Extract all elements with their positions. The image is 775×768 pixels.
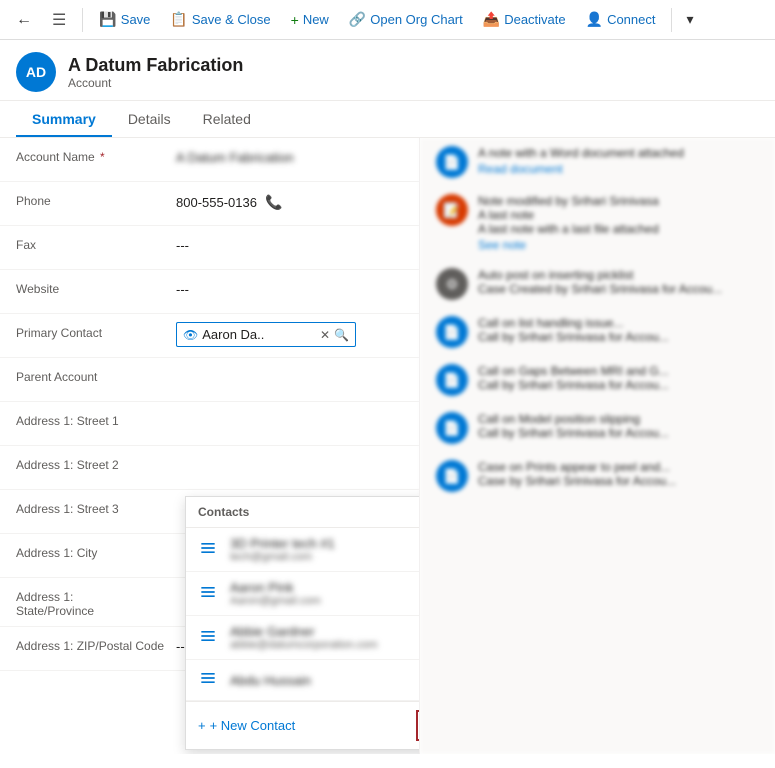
activity-item-6: 📄 Case on Prints appear to peel and...Ca… [436,460,759,492]
label-address-state: Address 1: State/Province [16,586,176,618]
phone-icon: 📞 [265,194,282,211]
contact-avatar-1 [198,582,222,606]
dropdown-footer: + + New Contact Advanced lookup [186,701,420,749]
field-fax: Fax --- [0,226,419,270]
contact-avatar-2 [198,626,222,650]
contact-item-3[interactable]: Abdu Hussain ⌄ [186,660,420,701]
tab-details[interactable]: Details [112,101,187,137]
lookup-clear-button[interactable]: ✕ [320,328,330,342]
value-fax[interactable]: --- [176,234,403,253]
field-address-street-1: Address 1: Street 1 [0,402,419,446]
toolbar-divider-2 [671,8,672,32]
record-header: AD A Datum Fabrication Account [0,40,775,101]
label-primary-contact: Primary Contact [16,322,176,340]
activity-item-1: 📝 Note modified by Srihari SrinivasaA la… [436,194,759,252]
lookup-search-button[interactable]: 🔍 [334,328,349,342]
value-address-street-1[interactable] [176,410,403,414]
save-icon: 💾 [99,11,116,28]
activity-panel: 📄 A note with a Word document attached R… [420,138,775,754]
field-parent-account: Parent Account [0,358,419,402]
label-address-zip: Address 1: ZIP/Postal Code [16,635,176,653]
new-button[interactable]: + New [283,8,337,32]
value-website[interactable]: --- [176,278,403,297]
lookup-field-text: Aaron Da.. [202,327,316,342]
activity-icon-2: ⚙ [436,268,468,300]
activity-icon-3: 📄 [436,316,468,348]
field-address-street-2: Address 1: Street 2 [0,446,419,490]
new-icon: + [291,12,299,28]
open-org-chart-button[interactable]: 🔗 Open Org Chart [341,7,471,32]
contact-item-2[interactable]: Abbie Gardner abbie@datumcorporation.com… [186,616,420,660]
toolbar: ← ☰ 💾 Save 📋 Save & Close + New 🔗 Open O… [0,0,775,40]
activity-icon-0: 📄 [436,146,468,178]
field-primary-contact: Primary Contact 👁 Aaron Da.. ✕ 🔍 [0,314,419,358]
label-address-street-1: Address 1: Street 1 [16,410,176,428]
back-button[interactable]: ← [8,7,40,33]
contact-avatar-3 [198,668,222,692]
deactivate-icon: 📤 [483,11,500,28]
tab-summary[interactable]: Summary [16,101,112,137]
activity-item-4: 📄 Call on Gaps Between MRI and G...Call … [436,364,759,396]
lookup-field-icon: 👁 [183,328,198,342]
value-parent-account[interactable] [176,366,403,370]
contact-item-1[interactable]: Aaron Pink Aaron@gmail.com ⌄ [186,572,420,616]
value-address-street-2[interactable] [176,454,403,458]
activity-icon-1: 📝 [436,194,468,226]
field-phone: Phone 800-555-0136 📞 [0,182,419,226]
toolbar-more-button[interactable]: ▾ [680,7,699,32]
activity-item-0: 📄 A note with a Word document attached R… [436,146,759,178]
record-type: Account [68,76,243,90]
label-address-street-2: Address 1: Street 2 [16,454,176,472]
label-account-name: Account Name * [16,146,176,164]
save-close-icon: 📋 [170,11,187,28]
save-button[interactable]: 💾 Save [91,7,158,32]
value-phone[interactable]: 800-555-0136 📞 [176,190,403,211]
contact-info-0: 3D Printer tech #1 tech@gmail.com [230,536,420,563]
dropdown-header: Contacts Recent records [186,497,420,528]
advanced-lookup-button[interactable]: Advanced lookup [416,710,420,741]
contact-item-0[interactable]: 3D Printer tech #1 tech@gmail.com ⌄ [186,528,420,572]
activity-item-2: ⚙ Auto post on inserting picklistCase Cr… [436,268,759,300]
deactivate-button[interactable]: 📤 Deactivate [475,7,574,32]
avatar: AD [16,52,56,92]
activity-item-3: 📄 Call on list handling issue...Call by … [436,316,759,348]
tab-related[interactable]: Related [187,101,267,137]
connect-icon: 👤 [586,11,603,28]
label-phone: Phone [16,190,176,208]
activity-icon-5: 📄 [436,412,468,444]
label-website: Website [16,278,176,296]
contact-info-2: Abbie Gardner abbie@datumcorporation.com [230,624,420,651]
main-content: Account Name * A Datum Fabrication Phone… [0,138,775,754]
toolbar-divider-1 [82,8,83,32]
label-parent-account: Parent Account [16,366,176,384]
activity-icon-4: 📄 [436,364,468,396]
field-account-name: Account Name * A Datum Fabrication [0,138,419,182]
label-address-street-3: Address 1: Street 3 [16,498,176,516]
new-contact-plus-icon: + [198,718,206,733]
record-title: A Datum Fabrication [68,55,243,76]
label-address-city: Address 1: City [16,542,176,560]
field-website: Website --- [0,270,419,314]
value-account-name[interactable]: A Datum Fabrication [176,146,403,165]
org-chart-icon: 🔗 [349,11,366,28]
save-close-button[interactable]: 📋 Save & Close [162,7,278,32]
doc-view-button[interactable]: ☰ [44,6,74,34]
contact-info-1: Aaron Pink Aaron@gmail.com [230,580,420,607]
contact-info-3: Abdu Hussain [230,673,420,688]
activity-icon-6: 📄 [436,460,468,492]
dropdown-contacts-label: Contacts [198,505,249,519]
form-panel: Account Name * A Datum Fabrication Phone… [0,138,420,754]
required-star: * [100,150,105,164]
lookup-dropdown: Contacts Recent records 3D Printer tech … [185,496,420,750]
connect-button[interactable]: 👤 Connect [578,7,664,32]
new-contact-button[interactable]: + + New Contact [198,718,295,733]
contact-avatar-0 [198,538,222,562]
tabs: Summary Details Related [0,101,775,138]
activity-item-5: 📄 Call on Model position slippingCall by… [436,412,759,444]
lookup-field-primary-contact[interactable]: 👁 Aaron Da.. ✕ 🔍 [176,322,356,347]
label-fax: Fax [16,234,176,252]
